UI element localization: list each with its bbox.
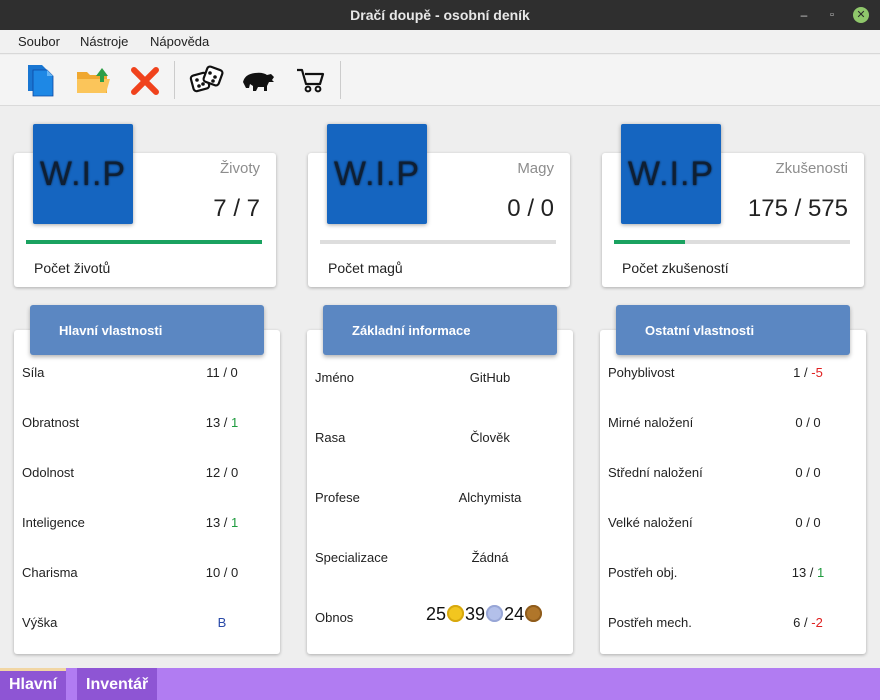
basic-info-panel: Jméno GitHub Rasa Člověk Profese Alchymi… xyxy=(307,330,573,654)
attr-label: Velké naložení xyxy=(608,515,693,530)
silver-coin-icon xyxy=(486,605,504,622)
attr-label: Střední naložení xyxy=(608,465,703,480)
info-label: Rasa xyxy=(315,430,346,445)
attr-label: Obratnost xyxy=(22,415,80,430)
menu-nastroje[interactable]: Nástroje xyxy=(80,30,128,54)
progress-fill xyxy=(614,240,685,244)
close-icon[interactable]: ✕ xyxy=(853,7,869,23)
toolbar xyxy=(0,55,880,106)
main-content: Životy 7 / 7 Počet životů W.I.P Magy 0 /… xyxy=(0,107,880,668)
silver-amount: 39 xyxy=(465,604,486,624)
stat-name: Zkušenosti xyxy=(775,160,848,177)
delete-icon[interactable] xyxy=(126,62,164,98)
attr-value: 0 / 0 xyxy=(795,515,821,530)
stat-value: 0 / 0 xyxy=(507,195,554,222)
wealth-value: 25 39 24 xyxy=(426,604,543,625)
stat-name: Magy xyxy=(517,160,554,177)
info-value: Člověk xyxy=(470,430,510,445)
info-label: Profese xyxy=(315,490,360,505)
attr-value: 11 / 0 xyxy=(206,365,238,380)
wealth-label: Obnos xyxy=(315,610,354,625)
attr-value: 13 / 1 xyxy=(791,565,825,580)
tab-inventar[interactable]: Inventář xyxy=(77,668,158,700)
attr-value: B xyxy=(217,615,227,630)
window-titlebar: Dračí doupě - osobní deník – ▫ ✕ xyxy=(0,0,880,30)
wip-image: W.I.P xyxy=(621,124,721,224)
other-attributes-panel: Pohyblivost 1 / -5 Mirné naložení 0 / 0 … xyxy=(600,330,866,654)
progress-fill xyxy=(26,240,262,244)
main-attributes-header: Hlavní vlastnosti xyxy=(30,305,264,355)
other-attributes-header: Ostatní vlastnosti xyxy=(616,305,850,355)
basic-info-header: Základní informace xyxy=(323,305,557,355)
attr-value: 6 / -2 xyxy=(793,615,823,630)
gold-amount: 25 xyxy=(426,604,447,624)
info-value: GitHub xyxy=(469,370,511,385)
minimize-icon[interactable]: – xyxy=(796,7,812,23)
main-attributes-panel: Síla 11 / 0 Obratnost 13 / 1 Odolnost 12… xyxy=(14,330,280,654)
stat-label: Počet zkušeností xyxy=(622,260,729,276)
bear-icon[interactable] xyxy=(240,62,278,98)
stat-value: 175 / 575 xyxy=(747,195,848,222)
info-label: Specializace xyxy=(315,550,388,565)
attr-label: Výška xyxy=(22,615,58,630)
toolbar-separator xyxy=(340,61,341,99)
cart-icon[interactable] xyxy=(292,62,330,98)
menu-soubor[interactable]: Soubor xyxy=(18,30,60,54)
attr-label: Charisma xyxy=(22,565,78,580)
stat-value: 7 / 7 xyxy=(213,195,260,222)
menu-napoveda[interactable]: Nápověda xyxy=(150,30,209,54)
progress-bar xyxy=(26,240,262,244)
attr-value: 13 / 1 xyxy=(205,415,239,430)
wip-image: W.I.P xyxy=(327,124,427,224)
attr-value: 12 / 0 xyxy=(205,465,239,480)
info-value: Alchymista xyxy=(458,490,522,505)
attr-value: 13 / 1 xyxy=(205,515,239,530)
new-document-icon[interactable] xyxy=(22,62,60,98)
copper-coin-icon xyxy=(525,605,543,622)
attr-label: Inteligence xyxy=(22,515,85,530)
maximize-icon[interactable]: ▫ xyxy=(824,7,840,23)
info-label: Jméno xyxy=(315,370,355,385)
stat-label: Počet magů xyxy=(328,260,403,276)
menu-bar: Soubor Nástroje Nápověda xyxy=(0,30,880,54)
attr-label: Pohyblivost xyxy=(608,365,675,380)
info-value: Žádná xyxy=(471,550,509,565)
tab-bar: Hlavní Inventář xyxy=(0,668,880,700)
attr-label: Odolnost xyxy=(22,465,75,480)
gold-coin-icon xyxy=(447,605,465,622)
attr-value: 1 / -5 xyxy=(793,365,823,380)
window-title: Dračí doupě - osobní deník xyxy=(350,7,530,23)
dice-icon[interactable] xyxy=(188,62,226,98)
attr-label: Postřeh obj. xyxy=(608,565,678,580)
stat-name: Životy xyxy=(219,160,260,177)
copper-amount: 24 xyxy=(504,604,525,624)
attr-value: 0 / 0 xyxy=(795,465,821,480)
attr-label: Mirné naložení xyxy=(608,415,694,430)
progress-bar xyxy=(614,240,850,244)
attr-label: Postřeh mech. xyxy=(608,615,692,630)
attr-value: 10 / 0 xyxy=(205,565,239,580)
wip-image: W.I.P xyxy=(33,124,133,224)
attr-label: Síla xyxy=(22,365,45,380)
toolbar-separator xyxy=(174,61,175,99)
stat-label: Počet životů xyxy=(34,260,111,276)
tab-hlavni[interactable]: Hlavní xyxy=(0,668,67,700)
progress-bar xyxy=(320,240,556,244)
open-folder-icon[interactable] xyxy=(74,62,112,98)
attr-value: 0 / 0 xyxy=(795,415,821,430)
